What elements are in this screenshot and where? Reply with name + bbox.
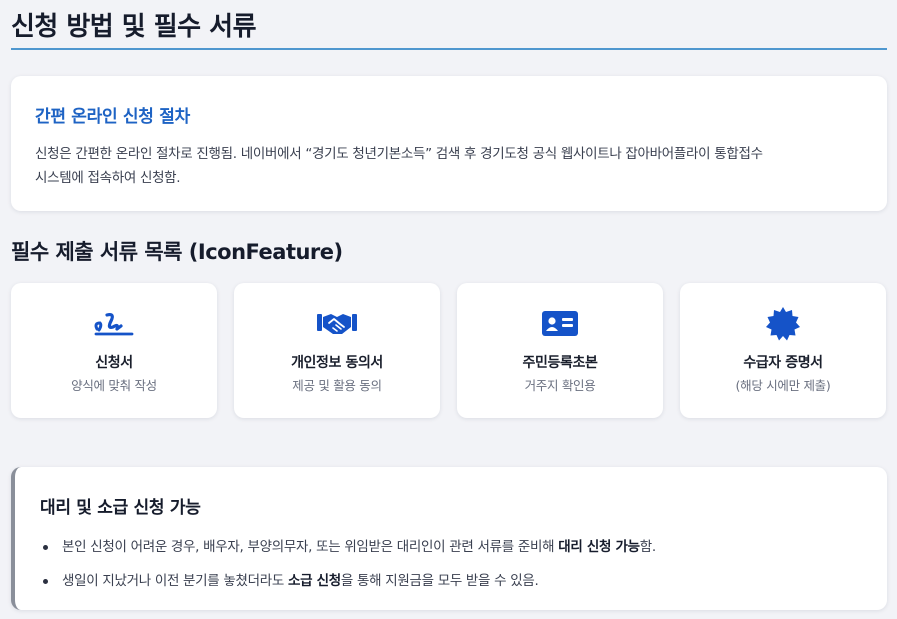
doc-desc: 제공 및 활용 동의 (292, 378, 382, 393)
signature-icon (11, 309, 217, 337)
page-title: 신청 방법 및 필수 서류 (11, 12, 257, 42)
intro-heading: 간편 온라인 신청 절차 (35, 107, 190, 127)
doc-grid: 신청서 양식에 맞춰 작성 개인정보 동의서 제공 및 활용 동의 주민등록초본… (11, 283, 887, 418)
list-item: 생일이 지났거나 이전 분기를 놓쳤더라도 소급 신청을 통해 지원금을 모두 … (40, 572, 863, 590)
doc-desc: (해당 시에만 제출) (735, 378, 831, 393)
list-item-emphasis: 대리 신청 가능 (558, 539, 640, 555)
docs-section-title: 필수 제출 서류 목록 (IconFeature) (11, 240, 343, 264)
intro-card: 간편 온라인 신청 절차 신청은 간편한 온라인 절차로 진행됨. 네이버에서 … (11, 76, 887, 211)
intro-line-1: 신청은 간편한 온라인 절차로 진행됨. 네이버에서 “경기도 청년기본소득” … (35, 146, 763, 162)
doc-card-application: 신청서 양식에 맞춰 작성 (11, 283, 217, 418)
doc-desc: 거주지 확인용 (524, 378, 596, 393)
doc-card-consent: 개인정보 동의서 제공 및 활용 동의 (234, 283, 440, 418)
doc-card-recipient-certificate: 수급자 증명서 (해당 시에만 제출) (680, 283, 886, 418)
proxy-heading: 대리 및 소급 신청 가능 (40, 498, 201, 518)
list-item-text: 함. (639, 539, 656, 555)
doc-desc: 양식에 맞춰 작성 (71, 378, 157, 393)
doc-name: 주민등록초본 (522, 355, 598, 371)
doc-card-resident-record: 주민등록초본 거주지 확인용 (457, 283, 663, 418)
doc-name: 개인정보 동의서 (291, 355, 383, 371)
handshake-icon (234, 309, 440, 337)
doc-name: 수급자 증명서 (743, 355, 823, 371)
proxy-card: 대리 및 소급 신청 가능 본인 신청이 어려운 경우, 배우자, 부양의무자,… (11, 467, 887, 610)
intro-line-2: 시스템에 접속하여 신청함. (35, 170, 181, 186)
id-card-icon (457, 309, 663, 337)
list-item-text: 생일이 지났거나 이전 분기를 놓쳤더라도 (62, 573, 288, 589)
list-item-emphasis: 소급 신청 (288, 573, 341, 589)
list-item-text: 본인 신청이 어려운 경우, 배우자, 부양의무자, 또는 위임받은 대리인이 … (62, 539, 559, 555)
list-item: 본인 신청이 어려운 경우, 배우자, 부양의무자, 또는 위임받은 대리인이 … (40, 538, 863, 556)
intro-body: 신청은 간편한 온라인 절차로 진행됨. 네이버에서 “경기도 청년기본소득” … (35, 142, 863, 190)
proxy-list: 본인 신청이 어려운 경우, 배우자, 부양의무자, 또는 위임받은 대리인이 … (40, 538, 863, 590)
doc-name: 신청서 (95, 355, 133, 371)
certificate-badge-icon (680, 307, 886, 341)
list-item-text: 을 통해 지원금을 모두 받을 수 있음. (340, 573, 539, 589)
title-divider (11, 48, 887, 50)
